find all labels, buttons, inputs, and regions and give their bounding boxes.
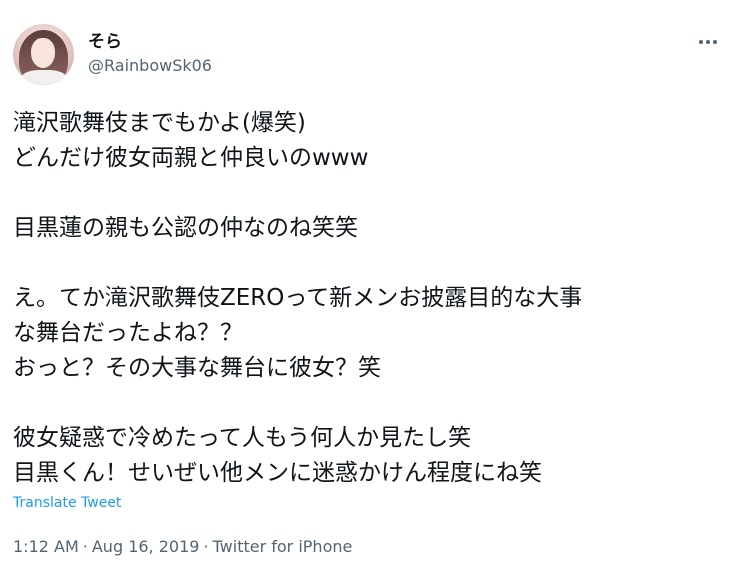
avatar[interactable] <box>13 23 74 85</box>
tweet-text: 滝沢歌舞伎までもかよ(爆笑) どんだけ彼女両親と仲良いのwww 目黒蓮の親も公認… <box>13 106 723 491</box>
tweet-source[interactable]: Twitter for iPhone <box>213 537 353 556</box>
more-horizontal-icon[interactable] <box>696 32 720 52</box>
more-dot <box>706 40 710 44</box>
tweet-header: そら @RainbowSk06 <box>13 23 212 85</box>
display-name[interactable]: そら <box>88 31 212 53</box>
tweet-line: 滝沢歌舞伎までもかよ(爆笑) <box>13 110 306 136</box>
user-names: そら @RainbowSk06 <box>88 31 212 77</box>
tweet-line: な舞台だったよね？？ <box>13 320 243 346</box>
tweet-line: 目黒蓮の親も公認の仲なのね笑笑 <box>13 215 358 241</box>
tweet-metadata: 1:12 AM · Aug 16, 2019 · Twitter for iPhone <box>13 537 352 556</box>
more-dot <box>699 40 703 44</box>
tweet-line: おっと？その大事な舞台に彼女？笑 <box>13 355 381 381</box>
tweet-line: え。てか滝沢歌舞伎ZEROって新メンお披露目的な大事 <box>13 285 583 311</box>
separator: · <box>82 537 88 556</box>
more-dot <box>713 40 717 44</box>
separator: · <box>203 537 209 556</box>
avatar-face <box>31 37 55 68</box>
tweet-line: 彼女疑惑で冷めたって人もう何人か見たし笑 <box>13 425 472 451</box>
user-handle[interactable]: @RainbowSk06 <box>88 55 212 77</box>
tweet-line: 目黒くん！せいぜい他メンに迷惑かけん程度にね笑 <box>13 460 542 486</box>
tweet-time[interactable]: 1:12 AM <box>13 537 79 556</box>
tweet-date[interactable]: Aug 16, 2019 <box>92 537 200 556</box>
tweet-card: そら @RainbowSk06 滝沢歌舞伎までもかよ(爆笑) どんだけ彼女両親と… <box>0 0 734 574</box>
avatar-shirt <box>21 69 67 85</box>
translate-tweet-link[interactable]: Translate Tweet <box>13 495 121 511</box>
tweet-line: どんだけ彼女両親と仲良いのwww <box>13 145 369 171</box>
